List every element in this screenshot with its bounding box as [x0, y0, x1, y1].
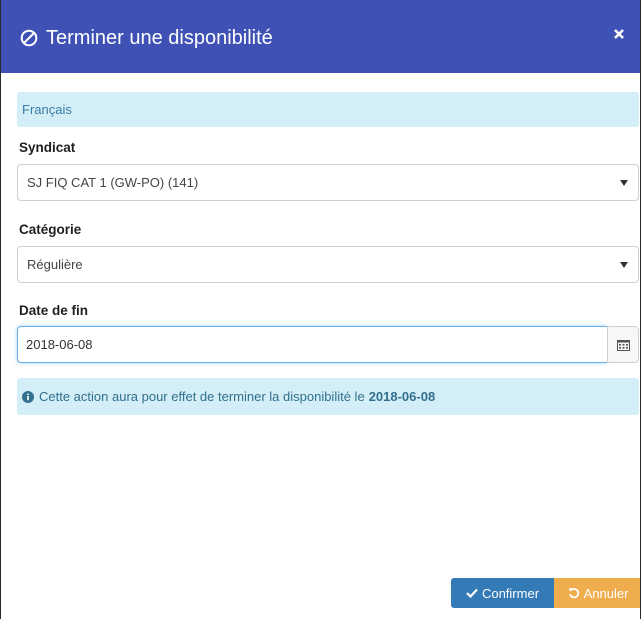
categorie-label: Catégorie [19, 222, 82, 237]
date-fin-group [17, 326, 639, 363]
calendar-icon [616, 339, 630, 351]
categorie-select[interactable]: Régulière [17, 246, 639, 283]
close-icon[interactable] [611, 26, 627, 42]
caret-down-icon [620, 180, 628, 186]
language-tab[interactable]: Français [17, 92, 639, 127]
info-alert-date: 2018-06-08 [368, 389, 436, 404]
caret-down-icon [620, 262, 628, 268]
undo-icon [568, 588, 579, 599]
info-alert-text: Cette action aura pour effet de terminer… [39, 389, 365, 404]
date-fin-input[interactable] [17, 326, 607, 363]
cancel-button-label: Annuler [583, 585, 629, 601]
categorie-selected-value: Régulière [27, 257, 83, 272]
cancel-button[interactable]: Annuler [554, 578, 640, 608]
syndicat-select[interactable]: SJ FIQ CAT 1 (GW-PO) (141) [17, 164, 639, 201]
info-circle-icon [22, 390, 34, 403]
check-icon [466, 588, 478, 598]
modal-title-text: Terminer une disponibilité [46, 27, 273, 49]
modal-title: Terminer une disponibilité [20, 27, 273, 49]
syndicat-selected-value: SJ FIQ CAT 1 (GW-PO) (141) [27, 175, 199, 190]
confirm-button[interactable]: Confirmer [451, 578, 554, 608]
date-picker-button[interactable] [607, 326, 639, 363]
modal-dialog: Terminer une disponibilité Français Synd… [0, 0, 641, 619]
modal-header: Terminer une disponibilité [1, 0, 640, 73]
ban-icon [20, 29, 38, 47]
date-fin-label: Date de fin [19, 303, 89, 318]
info-alert: Cette action aura pour effet de terminer… [17, 378, 639, 415]
confirm-button-label: Confirmer [481, 585, 540, 601]
syndicat-label: Syndicat [19, 140, 76, 155]
